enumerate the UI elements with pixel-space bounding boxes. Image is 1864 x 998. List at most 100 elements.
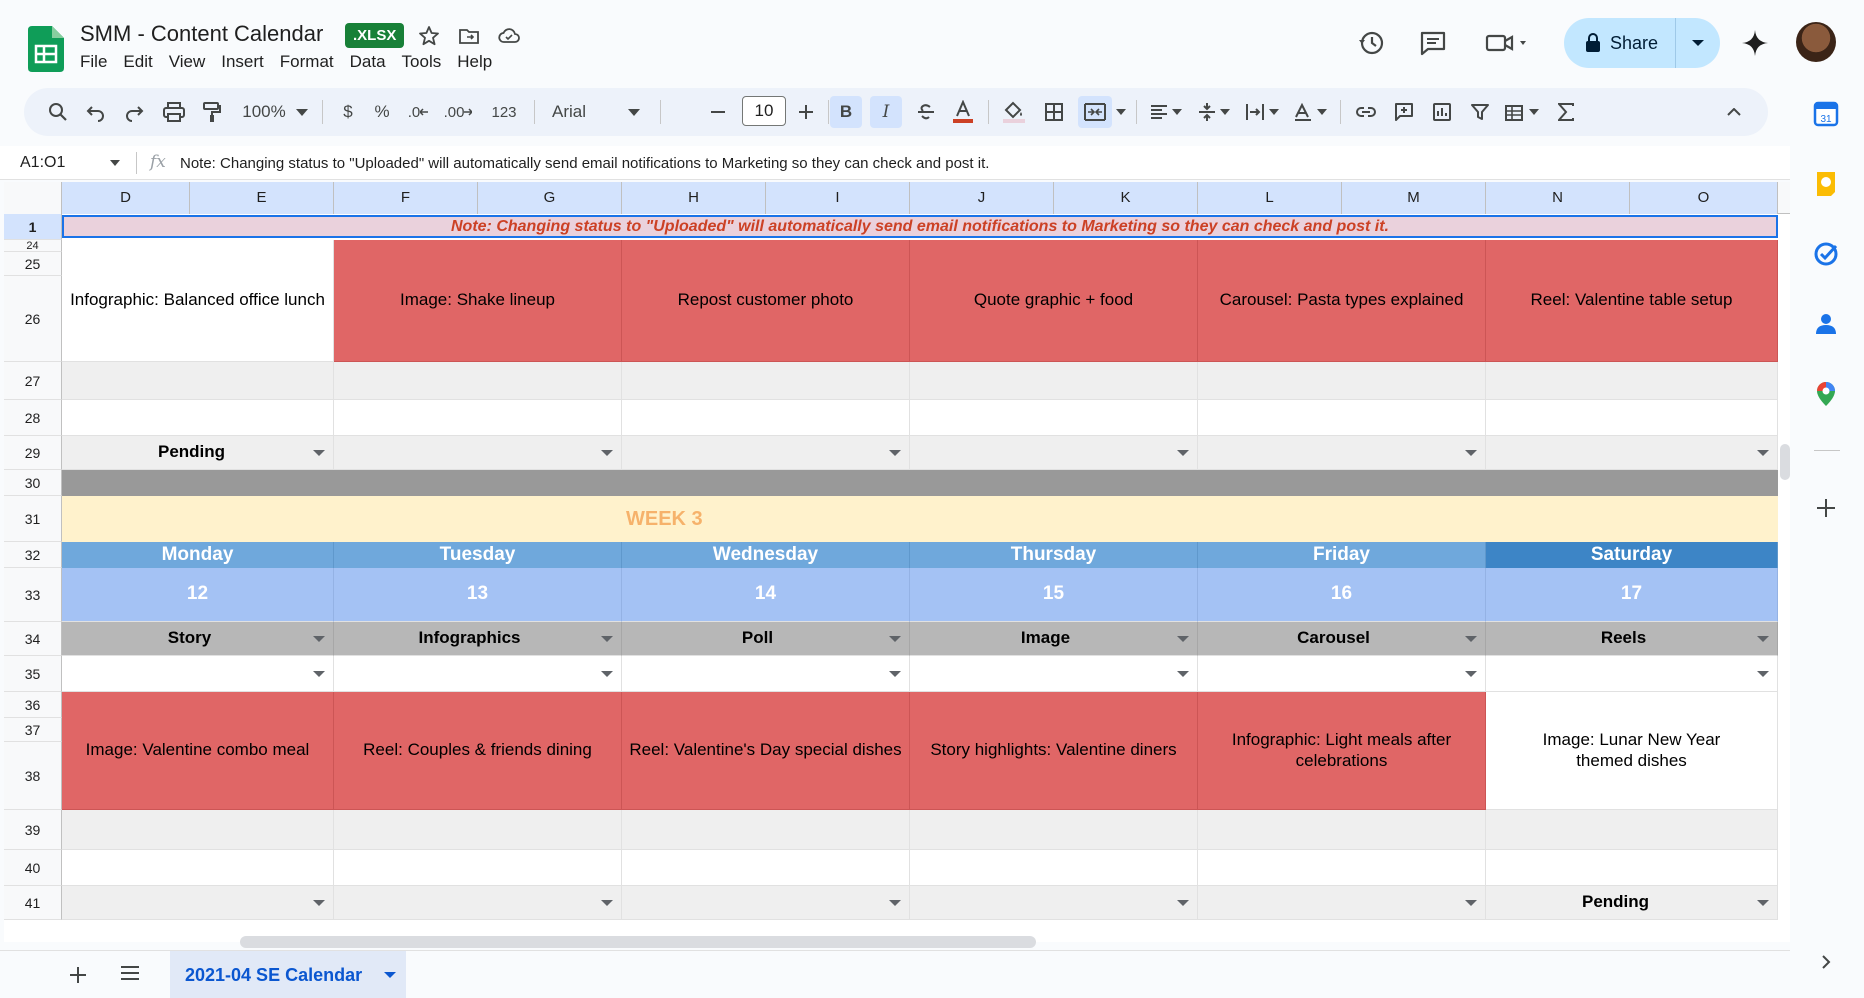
date-cell-tuesday[interactable]: 13: [334, 568, 622, 622]
chevron-down-icon[interactable]: [601, 899, 613, 906]
day-header-monday[interactable]: Monday: [62, 542, 334, 568]
text-color-icon[interactable]: [946, 96, 980, 128]
move-folder-icon[interactable]: [457, 24, 481, 48]
dropdown-cell[interactable]: [1486, 656, 1778, 692]
history-icon[interactable]: [1356, 28, 1386, 58]
row-header-40[interactable]: 40: [4, 850, 62, 886]
column-header-d[interactable]: D: [62, 182, 190, 214]
status-dropdown-d41[interactable]: [62, 886, 334, 920]
empty-cell[interactable]: [910, 810, 1198, 850]
maps-icon[interactable]: [1812, 380, 1840, 408]
status-dropdown-j29[interactable]: [910, 436, 1198, 470]
status-dropdown-n29[interactable]: [1486, 436, 1778, 470]
functions-icon[interactable]: [1550, 96, 1582, 128]
share-main[interactable]: Share: [1564, 18, 1676, 68]
column-header-j[interactable]: J: [910, 182, 1054, 214]
column-header-n[interactable]: N: [1486, 182, 1630, 214]
day-header-thursday[interactable]: Thursday: [910, 542, 1198, 568]
avatar[interactable]: [1796, 22, 1836, 62]
column-header-f[interactable]: F: [334, 182, 478, 214]
date-cell-wednesday[interactable]: 14: [622, 568, 910, 622]
menu-help[interactable]: Help: [449, 52, 500, 72]
share-button[interactable]: Share: [1564, 18, 1720, 68]
meet-icon[interactable]: [1484, 28, 1532, 58]
chevron-down-icon[interactable]: [1465, 635, 1477, 642]
menu-view[interactable]: View: [161, 52, 214, 72]
chevron-down-icon[interactable]: [1177, 899, 1189, 906]
gemini-icon[interactable]: [1740, 28, 1770, 58]
font-family-select[interactable]: Arial: [546, 96, 646, 128]
row-header-41[interactable]: 41: [4, 886, 62, 920]
empty-cell[interactable]: [334, 850, 622, 886]
bold-button[interactable]: B: [830, 96, 862, 128]
content-cell-n38[interactable]: Image: Lunar New Year themed dishes: [1486, 692, 1778, 810]
post-type-dropdown-saturday[interactable]: Reels: [1486, 622, 1778, 656]
date-cell-thursday[interactable]: 15: [910, 568, 1198, 622]
row-header-25[interactable]: 25: [4, 252, 62, 276]
calendar-icon[interactable]: 31: [1812, 100, 1840, 128]
chevron-down-icon[interactable]: [1757, 670, 1769, 677]
dropdown-cell[interactable]: [1198, 656, 1486, 692]
day-header-friday[interactable]: Friday: [1198, 542, 1486, 568]
chevron-right-icon[interactable]: [1816, 952, 1836, 972]
week-3-banner[interactable]: WEEK 3: [62, 496, 1778, 542]
post-type-dropdown-friday[interactable]: Carousel: [1198, 622, 1486, 656]
empty-cell[interactable]: [622, 850, 910, 886]
increase-decimal-button[interactable]: .00: [440, 96, 476, 128]
vertical-scrollbar[interactable]: [1780, 444, 1790, 480]
filter-icon[interactable]: [1464, 96, 1496, 128]
chevron-down-icon[interactable]: [313, 899, 325, 906]
status-dropdown-d29[interactable]: Pending: [62, 436, 334, 470]
chevron-down-icon[interactable]: [110, 160, 120, 166]
currency-format-button[interactable]: $: [334, 96, 362, 128]
status-dropdown-l29[interactable]: [1198, 436, 1486, 470]
name-box[interactable]: A1:O1: [20, 154, 65, 172]
empty-cell[interactable]: [1486, 362, 1778, 400]
borders-icon[interactable]: [1038, 96, 1070, 128]
chevron-down-icon[interactable]: [889, 449, 901, 456]
empty-cell[interactable]: [622, 362, 910, 400]
number-format-button[interactable]: 123: [484, 96, 524, 128]
content-cell-f26[interactable]: Image: Shake lineup: [334, 240, 622, 362]
comment-icon[interactable]: [1418, 28, 1448, 58]
fill-color-icon[interactable]: [996, 96, 1032, 128]
undo-icon[interactable]: [80, 96, 112, 128]
row-header-38[interactable]: 38: [4, 742, 62, 810]
content-cell-n26[interactable]: Reel: Valentine table setup: [1486, 240, 1778, 362]
status-dropdown-h41[interactable]: [622, 886, 910, 920]
vertical-align-icon[interactable]: [1192, 96, 1236, 128]
content-cell-l26[interactable]: Carousel: Pasta types explained: [1198, 240, 1486, 362]
paint-format-icon[interactable]: [196, 96, 228, 128]
column-header-l[interactable]: L: [1198, 182, 1342, 214]
text-wrapping-icon[interactable]: [1240, 96, 1284, 128]
empty-cell[interactable]: [1198, 810, 1486, 850]
content-cell-d38[interactable]: Image: Valentine combo meal: [62, 692, 334, 810]
post-type-dropdown-monday[interactable]: Story: [62, 622, 334, 656]
contacts-icon[interactable]: [1812, 310, 1840, 338]
decrease-decimal-button[interactable]: .0: [402, 96, 434, 128]
chevron-down-icon[interactable]: [1465, 670, 1477, 677]
menu-data[interactable]: Data: [342, 52, 394, 72]
day-header-tuesday[interactable]: Tuesday: [334, 542, 622, 568]
collapse-toolbar-icon[interactable]: [1718, 96, 1750, 128]
empty-cell[interactable]: [910, 362, 1198, 400]
italic-button[interactable]: I: [870, 96, 902, 128]
all-sheets-icon[interactable]: [120, 965, 140, 981]
column-header-m[interactable]: M: [1342, 182, 1486, 214]
share-dropdown[interactable]: [1676, 18, 1720, 68]
post-type-dropdown-wednesday[interactable]: Poll: [622, 622, 910, 656]
chevron-down-icon[interactable]: [1177, 670, 1189, 677]
increase-font-size-button[interactable]: [792, 96, 820, 128]
chevron-down-icon[interactable]: [313, 670, 325, 677]
redo-icon[interactable]: [118, 96, 150, 128]
empty-cell[interactable]: [1486, 810, 1778, 850]
dropdown-cell[interactable]: [62, 656, 334, 692]
chevron-down-icon[interactable]: [889, 899, 901, 906]
sheets-logo-icon[interactable]: [28, 26, 64, 72]
chevron-down-icon[interactable]: [313, 449, 325, 456]
empty-cell[interactable]: [1198, 362, 1486, 400]
date-cell-saturday[interactable]: 17: [1486, 568, 1778, 622]
chevron-down-icon[interactable]: [313, 635, 325, 642]
post-type-dropdown-thursday[interactable]: Image: [910, 622, 1198, 656]
status-dropdown-f41[interactable]: [334, 886, 622, 920]
